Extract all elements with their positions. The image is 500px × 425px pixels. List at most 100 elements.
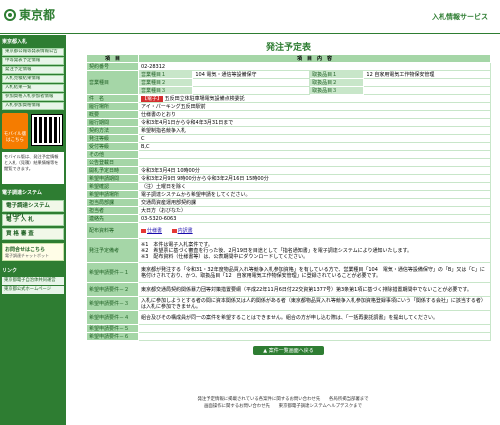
row-value: アイ・パーキング五反田駅前 — [138, 102, 491, 111]
sidebar-item-ebid[interactable]: 電 子 入 札 — [2, 214, 64, 226]
sidebar-item-koho[interactable]: 東京都公報等発表情報公告 — [2, 48, 64, 56]
row-label: 希望申請要件－２ — [86, 282, 139, 297]
help-subtitle: 電子調達チャットボット — [5, 253, 49, 258]
pdf-icon — [141, 228, 146, 233]
row-label: 契約方法 — [86, 126, 139, 135]
row-value: 希望制指名競争入札 — [138, 126, 491, 135]
row-value: 02-28312 — [138, 62, 491, 71]
row-value: B,C — [138, 142, 491, 151]
row-value: 03-5320-6063 — [138, 214, 491, 223]
project-name: 【電子】 五反田立体駐車場電気設備点検委託 — [138, 94, 491, 103]
row-value — [138, 150, 491, 159]
mobile-button[interactable]: モバイル版はこちら — [2, 113, 28, 149]
row-value: 交通局資産運用部契約課 — [138, 198, 491, 207]
row-label: 概要 — [86, 110, 139, 119]
remarks-value: ※1 本件は電子入札案件です。 ※2 希望票に基づく審査を行った後、2月19日を… — [138, 238, 491, 263]
row-label: 公告登載日 — [86, 158, 139, 167]
sidebar-link-official[interactable]: 東京都公式ホームページ — [2, 286, 64, 294]
row-value: 組合及びその構成員が同一の案件を希望することはできません。組合の方が申し込む際は… — [138, 310, 491, 325]
sidebar-section-title: 電子調達システム — [2, 190, 42, 196]
sidebar-item-qualification[interactable]: 入札参加資格情報 — [2, 102, 64, 110]
page-title: 発注予定表 — [265, 43, 311, 53]
mobile-note: モバイル版は、発注予定情報と入札（見積）結果情報等を閲覧できます。 — [2, 152, 64, 184]
business-label: 営業種目３ — [137, 86, 194, 95]
help-title: お問合せはこちら — [5, 247, 46, 253]
row-value — [138, 324, 491, 333]
row-label: 希望確認 — [86, 182, 139, 191]
item-label: 取扱品目２ — [309, 78, 365, 87]
row-label: 連絡先 — [86, 214, 139, 223]
item-label: 取扱品目１ — [309, 70, 365, 79]
sidebar-item-qualification-review[interactable]: 資 格 審 査 — [2, 228, 64, 240]
row-value: 令和3年4月1日から令和4年3月31日まで — [138, 118, 491, 127]
row-value: 令和3年2月9日 9時00分から令和3年2月16日 15時00分 — [138, 174, 491, 183]
electronic-tag: 【電子】 — [141, 96, 164, 102]
row-label: 希望申請要件－６ — [86, 332, 139, 341]
item-value: 12 自家用電気工作物保安管理 — [363, 70, 491, 79]
sidebar-link-egov[interactable]: 東京都電子自治体共同運営 — [2, 277, 64, 285]
sidebar-item-result-list[interactable]: 入札結果一覧 — [2, 84, 64, 92]
column-header-item: 項 目 — [86, 54, 139, 63]
sidebar-item-bid-results[interactable]: 入札見積結果情報 — [2, 75, 64, 83]
row-label: 履行期間 — [86, 118, 139, 127]
column-header-content: 項 目 内 容 — [138, 54, 491, 63]
sidebar-item-participants[interactable]: 参加資格入札参加者情報 — [2, 93, 64, 101]
project-value: 五反田立体駐車場電気設備点検委託 — [164, 96, 245, 102]
main-content: 発注予定表 項 目 項 目 内 容 契約番号 02-28312 営業種目 営業種… — [86, 40, 491, 355]
row-label: 営業種目 — [86, 70, 139, 95]
material-link-breakdown[interactable]: 内訳書 — [178, 228, 193, 234]
page-footer: 発注予定情報に掲載されている各案件に関するお問い合わせ先 各局所掲当部署まで 画… — [66, 396, 500, 410]
business-value — [192, 86, 311, 95]
row-label: 件 名 — [86, 94, 139, 103]
row-label: 開札予定日時 — [86, 166, 139, 175]
page-header: 東京都 入札情報サービス — [0, 0, 500, 34]
row-label: 担当局部課 — [86, 198, 139, 207]
business-label: 営業種目２ — [137, 78, 194, 87]
material-link-spec[interactable]: 仕様書 — [147, 228, 162, 234]
row-value — [138, 332, 491, 341]
row-label: 希望申請場所 — [86, 190, 139, 199]
business-value: 104 電気・通信等設備保守 — [192, 70, 311, 79]
row-label: 発注等級 — [86, 134, 139, 143]
sidebar-item-eprocurement-top[interactable]: 電子調達システム(TOP) — [2, 200, 64, 219]
row-label: 希望申請要件－５ — [86, 324, 139, 333]
row-label: 担当者 — [86, 206, 139, 215]
item-label: 取扱品目３ — [309, 86, 365, 95]
qr-code-icon — [31, 114, 63, 146]
back-to-list-button[interactable]: ▲ 案件一覧画面へ戻る — [253, 346, 324, 355]
button-row: ▲ 案件一覧画面へ戻る — [86, 346, 491, 355]
logo-text: 東京都 — [19, 8, 56, 22]
row-label: 契約番号 — [86, 62, 139, 71]
row-value: 大日方（おびなた） — [138, 206, 491, 215]
row-label: 配布資料等 — [86, 222, 139, 239]
row-value: 令和3年3月4日 10時00分 — [138, 166, 491, 175]
sidebar-item-order-plan[interactable]: 発注予定情報 — [2, 66, 64, 74]
row-label: 希望申請期間 — [86, 174, 139, 183]
footer-line: 画面操作に関するお問い合わせ先 東京都電子調達システムヘルプデスクまで — [204, 404, 362, 409]
row-value: 東京都交通局契約関係暴力団等対策措置要綱（平成22年11月6日付22交資第137… — [138, 282, 491, 297]
tokyo-emblem-icon — [4, 8, 16, 21]
item-value — [363, 86, 491, 95]
pdf-icon — [171, 228, 177, 233]
mobile-section: モバイル版はこちら — [2, 113, 64, 149]
tokyo-logo[interactable]: 東京都 — [4, 6, 55, 23]
row-value: C — [138, 134, 491, 143]
business-label: 営業種目１ — [137, 70, 194, 79]
row-label: 希望申請要件－１ — [86, 262, 139, 283]
row-label: その他 — [86, 150, 139, 159]
row-label: 発注予定備考 — [86, 238, 139, 263]
help-chatbot-button[interactable]: お問合せはこちら 電子調達チャットボット — [2, 243, 64, 261]
row-value: 仕様書のとおり — [138, 110, 491, 119]
row-label: 希望申請要件－４ — [86, 310, 139, 325]
row-label: 履行場所 — [86, 102, 139, 111]
sidebar-section-title: リンク — [2, 268, 18, 274]
sidebar-section-title: 東京都入札 — [2, 39, 28, 45]
sidebar: 東京都入札 東京都公報等発表情報公告 申等発表予定情報 発注予定情報 入札見積結… — [0, 35, 66, 425]
row-value: 入札に参加しようとする者の間に資本関係又は人的関係がある者（東京都物品買入れ等競… — [138, 296, 491, 311]
row-label: 希望申請要件－３ — [86, 296, 139, 311]
service-title: 入札情報サービス — [432, 13, 488, 21]
row-value: （注）土曜日を除く — [138, 182, 491, 191]
row-value: 東京都が発注する「令和31・32年度物品買入れ等競争入札参加資格」を有している方… — [138, 262, 491, 283]
sidebar-item-hyo[interactable]: 申等発表予定情報 — [2, 57, 64, 65]
order-plan-table: 項 目 項 目 内 容 契約番号 02-28312 営業種目 営業種目１ 104… — [86, 54, 491, 341]
